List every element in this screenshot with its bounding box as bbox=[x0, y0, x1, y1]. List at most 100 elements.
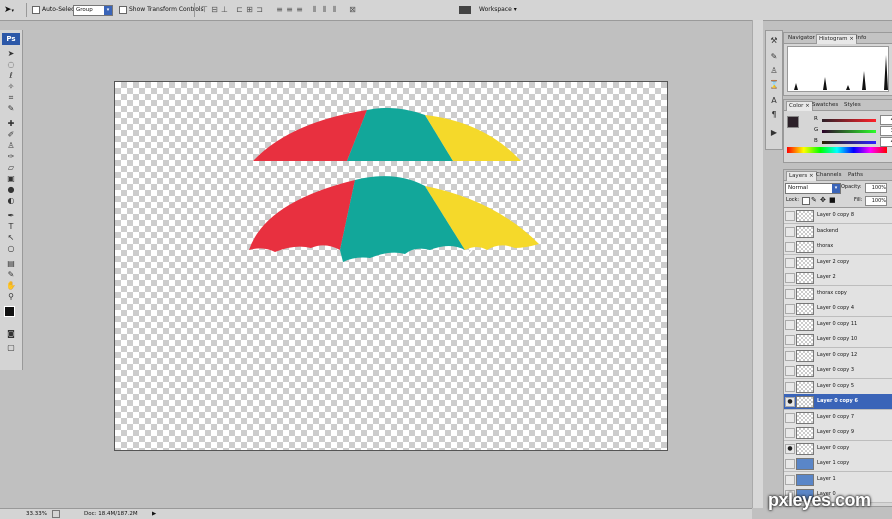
tool-presets-icon[interactable]: ⚒ bbox=[768, 35, 780, 47]
channel-slider[interactable] bbox=[822, 141, 876, 144]
tab-navigator[interactable]: Navigator bbox=[786, 34, 817, 43]
layer-row[interactable]: Layer 2 copy bbox=[784, 254, 892, 271]
distribute-top-icon[interactable]: ≡ bbox=[275, 5, 284, 14]
eraser-tool-icon[interactable]: ▱ bbox=[4, 162, 18, 173]
visibility-toggle[interactable] bbox=[785, 474, 795, 485]
clone-source-icon[interactable]: ♙ bbox=[768, 65, 780, 77]
distribute-bottom-icon[interactable]: ≡ bbox=[295, 5, 304, 14]
paragraph-icon[interactable]: ¶ bbox=[768, 109, 780, 121]
visibility-toggle[interactable] bbox=[785, 242, 795, 252]
tab-info[interactable]: Info bbox=[854, 34, 868, 43]
visibility-toggle[interactable] bbox=[785, 273, 795, 283]
visibility-toggle[interactable] bbox=[785, 211, 795, 221]
lasso-tool-icon[interactable]: ℓ bbox=[4, 70, 18, 81]
channel-slider[interactable] bbox=[822, 119, 876, 122]
show-transform-checkbox[interactable]: Show Transform Controls bbox=[119, 4, 204, 16]
healing-brush-tool-icon[interactable]: ✚ bbox=[4, 118, 18, 129]
layer-row[interactable]: Layer 0 copy 4 bbox=[784, 301, 892, 317]
layer-row[interactable]: Layer 0 copy 10 bbox=[784, 332, 892, 348]
layer-row[interactable]: Layer 1 copy bbox=[784, 456, 892, 472]
align-right-icon[interactable]: ⊐ bbox=[255, 5, 264, 14]
notes-tool-icon[interactable]: ▤ bbox=[4, 258, 18, 269]
visibility-toggle[interactable] bbox=[785, 226, 795, 237]
lock-image-icon[interactable]: ✎ bbox=[811, 196, 817, 204]
status-icon[interactable] bbox=[52, 510, 60, 518]
type-tool-icon[interactable]: T bbox=[4, 221, 18, 232]
color-spectrum-bar[interactable] bbox=[787, 147, 887, 153]
blend-mode-dropdown[interactable]: Normal ▾ bbox=[785, 183, 841, 194]
pen-tool-icon[interactable]: ✒ bbox=[4, 210, 18, 221]
lock-transparent-icon[interactable] bbox=[802, 197, 810, 205]
path-selection-tool-icon[interactable]: ↖ bbox=[4, 232, 18, 243]
blur-tool-icon[interactable]: ● bbox=[4, 184, 18, 195]
move-tool-preset[interactable]: ➤▾ bbox=[4, 4, 14, 16]
visibility-toggle[interactable] bbox=[785, 366, 795, 376]
visibility-toggle[interactable] bbox=[785, 381, 795, 392]
visibility-toggle[interactable] bbox=[785, 350, 795, 361]
crop-tool-icon[interactable]: ⌗ bbox=[4, 92, 18, 103]
align-hcenter-icon[interactable]: ⊞ bbox=[245, 5, 254, 14]
visibility-toggle[interactable] bbox=[785, 304, 795, 314]
magic-wand-tool-icon[interactable]: ✧ bbox=[4, 81, 18, 92]
history-icon[interactable]: ⌛ bbox=[768, 79, 780, 91]
layer-row[interactable]: ● Layer 0 copy bbox=[784, 440, 892, 457]
canvas-vertical-scrollbar[interactable] bbox=[752, 20, 763, 508]
layer-row[interactable]: Layer 2 bbox=[784, 270, 892, 286]
auto-select-dropdown[interactable]: Group ▾ bbox=[73, 5, 113, 16]
actions-icon[interactable]: ▶ bbox=[768, 127, 780, 139]
distribute-hcenter-icon[interactable]: ⫴ bbox=[320, 5, 329, 14]
tab-styles[interactable]: Styles bbox=[842, 101, 863, 110]
zoom-tool-icon[interactable]: ⚲ bbox=[4, 291, 18, 302]
visibility-toggle[interactable] bbox=[785, 319, 795, 330]
history-brush-tool-icon[interactable]: ✑ bbox=[4, 151, 18, 162]
visibility-toggle[interactable] bbox=[785, 428, 795, 438]
marquee-tool-icon[interactable]: ◌ bbox=[4, 59, 18, 70]
foreground-color-swatch[interactable] bbox=[4, 306, 15, 317]
document-canvas[interactable] bbox=[114, 81, 668, 451]
clone-stamp-tool-icon[interactable]: ♙ bbox=[4, 140, 18, 151]
move-tool-icon[interactable]: ➤ bbox=[4, 48, 18, 59]
channel-value-input[interactable]: 44 bbox=[880, 115, 892, 125]
align-left-icon[interactable]: ⊏ bbox=[235, 5, 244, 14]
eye-icon[interactable]: ● bbox=[785, 443, 795, 454]
channel-slider[interactable] bbox=[822, 130, 876, 133]
layer-row[interactable]: Layer 0 copy 12 bbox=[784, 347, 892, 364]
brush-tool-icon[interactable]: ✐ bbox=[4, 129, 18, 140]
channel-value-input[interactable]: 33 bbox=[880, 126, 892, 136]
opacity-input[interactable]: 100% bbox=[865, 183, 887, 193]
layer-row[interactable]: Layer 0 copy 11 bbox=[784, 316, 892, 333]
tab-layers[interactable]: Layers × bbox=[786, 171, 817, 181]
quick-mask-icon[interactable]: ◙ bbox=[4, 328, 18, 339]
layer-row[interactable]: Layer 0 copy 8 bbox=[784, 208, 892, 224]
layer-row[interactable]: thorax bbox=[784, 239, 892, 255]
visibility-toggle[interactable] bbox=[785, 459, 795, 469]
channel-value-input[interactable]: 41 bbox=[880, 137, 892, 147]
auto-align-icon[interactable]: ⊠ bbox=[348, 5, 357, 14]
tab-channels[interactable]: Channels bbox=[814, 171, 843, 180]
visibility-toggle[interactable] bbox=[785, 288, 795, 299]
lock-position-icon[interactable]: ✥ bbox=[820, 196, 826, 204]
distribute-vcenter-icon[interactable]: ≡ bbox=[285, 5, 294, 14]
eye-icon[interactable]: ● bbox=[785, 397, 795, 407]
dodge-tool-icon[interactable]: ◐ bbox=[4, 195, 18, 206]
hand-tool-icon[interactable]: ✋ bbox=[4, 280, 18, 291]
align-top-icon[interactable]: ⊤ bbox=[200, 5, 209, 14]
close-icon[interactable]: × bbox=[809, 173, 814, 179]
layer-row[interactable]: Layer 0 copy 7 bbox=[784, 409, 892, 426]
layer-row[interactable]: Layer 0 copy 3 bbox=[784, 363, 892, 379]
tab-paths[interactable]: Paths bbox=[846, 171, 865, 180]
layer-row[interactable]: Layer 0 copy 5 bbox=[784, 378, 892, 395]
tab-color[interactable]: Color × bbox=[786, 101, 813, 111]
character-icon[interactable]: A bbox=[768, 95, 780, 107]
visibility-toggle[interactable] bbox=[785, 257, 795, 268]
eyedropper-tool-icon[interactable]: ✎ bbox=[4, 103, 18, 114]
gradient-tool-icon[interactable]: ▣ bbox=[4, 173, 18, 184]
layer-row[interactable]: backend bbox=[784, 223, 892, 240]
tab-swatches[interactable]: Swatches bbox=[810, 101, 840, 110]
workspace-menu[interactable]: Workspace ▾ bbox=[459, 4, 517, 16]
eyedropper-2-tool-icon[interactable]: ✎ bbox=[4, 269, 18, 280]
screen-mode-icon[interactable]: ▢ bbox=[4, 342, 18, 353]
layer-row[interactable]: Layer 1 bbox=[784, 471, 892, 488]
visibility-toggle[interactable] bbox=[785, 335, 795, 345]
color-foreground-swatch[interactable] bbox=[787, 116, 799, 128]
